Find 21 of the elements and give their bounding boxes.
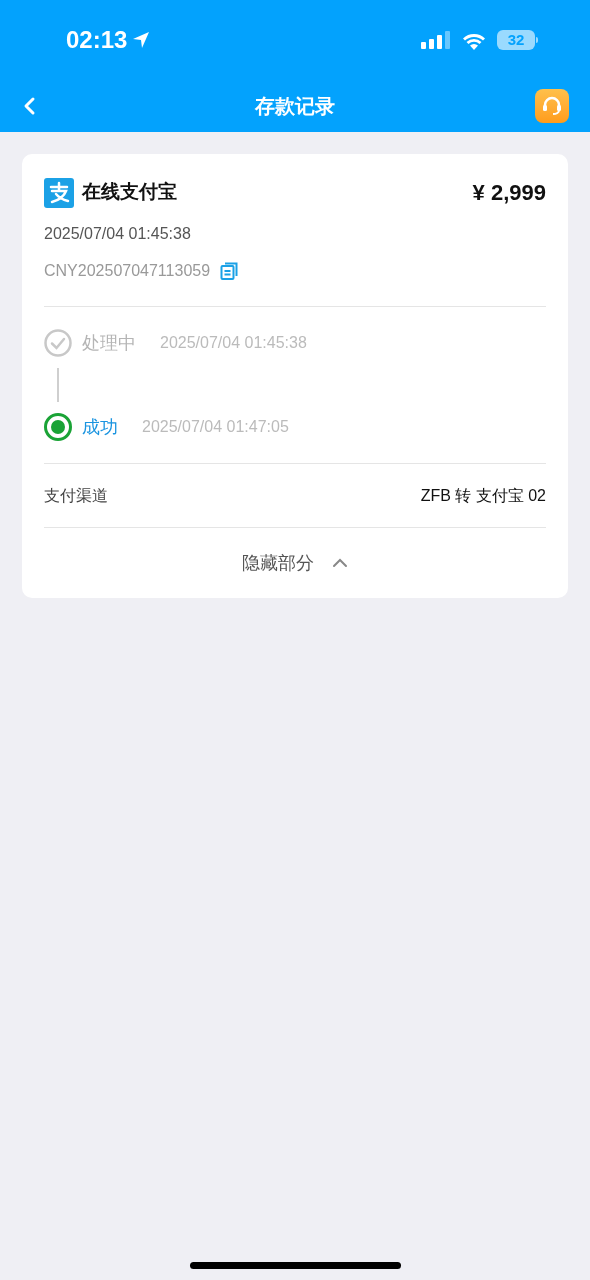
step-time: 2025/07/04 01:45:38 <box>160 333 307 353</box>
payment-method: 在线支付宝 <box>82 180 177 205</box>
amount: ¥ 2,999 <box>472 179 546 207</box>
record-time: 2025/07/04 01:45:38 <box>44 224 192 244</box>
step-label: 成功 <box>82 415 118 439</box>
step-label: 处理中 <box>82 331 136 355</box>
customer-service-button[interactable] <box>535 89 569 123</box>
channel-label: 支付渠道 <box>44 485 108 506</box>
order-number: CNY202507047113059 <box>44 261 211 281</box>
status-time: 02:13 <box>66 25 128 55</box>
location-arrow-icon <box>131 30 152 50</box>
step-time: 2025/07/04 01:47:05 <box>142 417 289 437</box>
battery-level: 32 <box>497 30 535 50</box>
hide-details-button[interactable]: 隐藏部分 <box>242 549 348 577</box>
page-title: 存款记录 <box>255 94 335 119</box>
back-icon <box>22 96 36 116</box>
alipay-logo-icon <box>44 177 74 208</box>
headset-icon <box>540 94 564 118</box>
channel-value: ZFB 转 支付宝 02 <box>420 485 546 506</box>
copy-icon[interactable] <box>220 262 239 280</box>
signal-icon <box>421 31 451 49</box>
